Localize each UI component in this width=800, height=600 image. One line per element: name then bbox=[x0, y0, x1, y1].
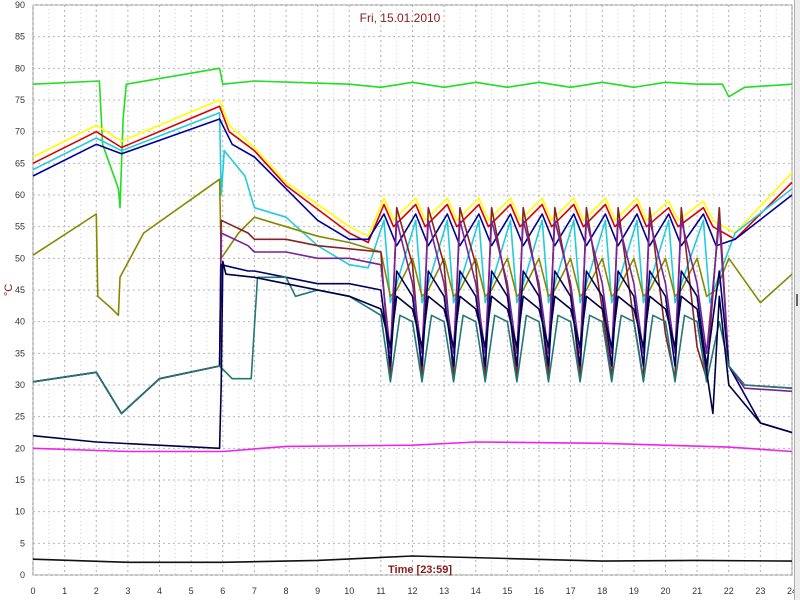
x-tick-label: 2 bbox=[94, 586, 99, 596]
y-tick-label: 75 bbox=[15, 95, 25, 105]
y-tick-label: 15 bbox=[15, 475, 25, 485]
line-chart: 051015202530354045505560657075808590 012… bbox=[0, 0, 800, 600]
y-tick-label: 70 bbox=[15, 127, 25, 137]
y-tick-label: 90 bbox=[15, 0, 25, 10]
y-tick-label: 40 bbox=[15, 317, 25, 327]
y-tick-label: 60 bbox=[15, 190, 25, 200]
y-tick-label: 5 bbox=[20, 538, 25, 548]
chart-title: Fri, 15.01.2010 bbox=[360, 11, 441, 25]
x-tick-label: 6 bbox=[220, 586, 225, 596]
resize-grip[interactable] bbox=[796, 294, 798, 306]
x-tick-label: 11 bbox=[376, 586, 385, 596]
x-tick-label: 20 bbox=[660, 586, 670, 596]
x-tick-label: 17 bbox=[566, 586, 576, 596]
x-tick-label: 9 bbox=[315, 586, 320, 596]
x-tick-label: 15 bbox=[502, 586, 512, 596]
x-tick-label: 13 bbox=[439, 586, 449, 596]
x-tick-label: 3 bbox=[125, 586, 130, 596]
x-tick-label: 0 bbox=[30, 586, 35, 596]
x-tick-label: 23 bbox=[755, 586, 765, 596]
x-tick-label: 14 bbox=[471, 586, 481, 596]
y-tick-label: 25 bbox=[15, 412, 25, 422]
x-tick-label: 4 bbox=[157, 586, 162, 596]
y-tick-label: 0 bbox=[20, 570, 25, 580]
x-tick-label: 16 bbox=[534, 586, 544, 596]
y-tick-label: 45 bbox=[15, 285, 25, 295]
y-tick-label: 85 bbox=[15, 32, 25, 42]
x-axis-label: Time [23:59] bbox=[388, 564, 452, 576]
x-tick-label: 5 bbox=[189, 586, 194, 596]
y-tick-label: 55 bbox=[15, 222, 25, 232]
x-tick-label: 18 bbox=[597, 586, 607, 596]
x-tick-label: 21 bbox=[692, 586, 702, 596]
y-tick-label: 30 bbox=[15, 380, 25, 390]
y-tick-label: 50 bbox=[15, 253, 25, 263]
x-tick-label: 7 bbox=[252, 586, 257, 596]
y-tick-label: 20 bbox=[15, 443, 25, 453]
x-tick-label: 12 bbox=[407, 586, 417, 596]
x-tick-label: 22 bbox=[724, 586, 734, 596]
y-tick-label: 80 bbox=[15, 63, 25, 73]
x-tick-label: 8 bbox=[283, 586, 288, 596]
x-tick-label: 1 bbox=[62, 586, 67, 596]
x-tick-label: 19 bbox=[629, 586, 639, 596]
x-tick-label: 10 bbox=[344, 586, 354, 596]
y-tick-label: 10 bbox=[15, 507, 25, 517]
y-tick-label: 65 bbox=[15, 158, 25, 168]
y-tick-label: 35 bbox=[15, 348, 25, 358]
y-axis-label: °C bbox=[3, 284, 15, 296]
